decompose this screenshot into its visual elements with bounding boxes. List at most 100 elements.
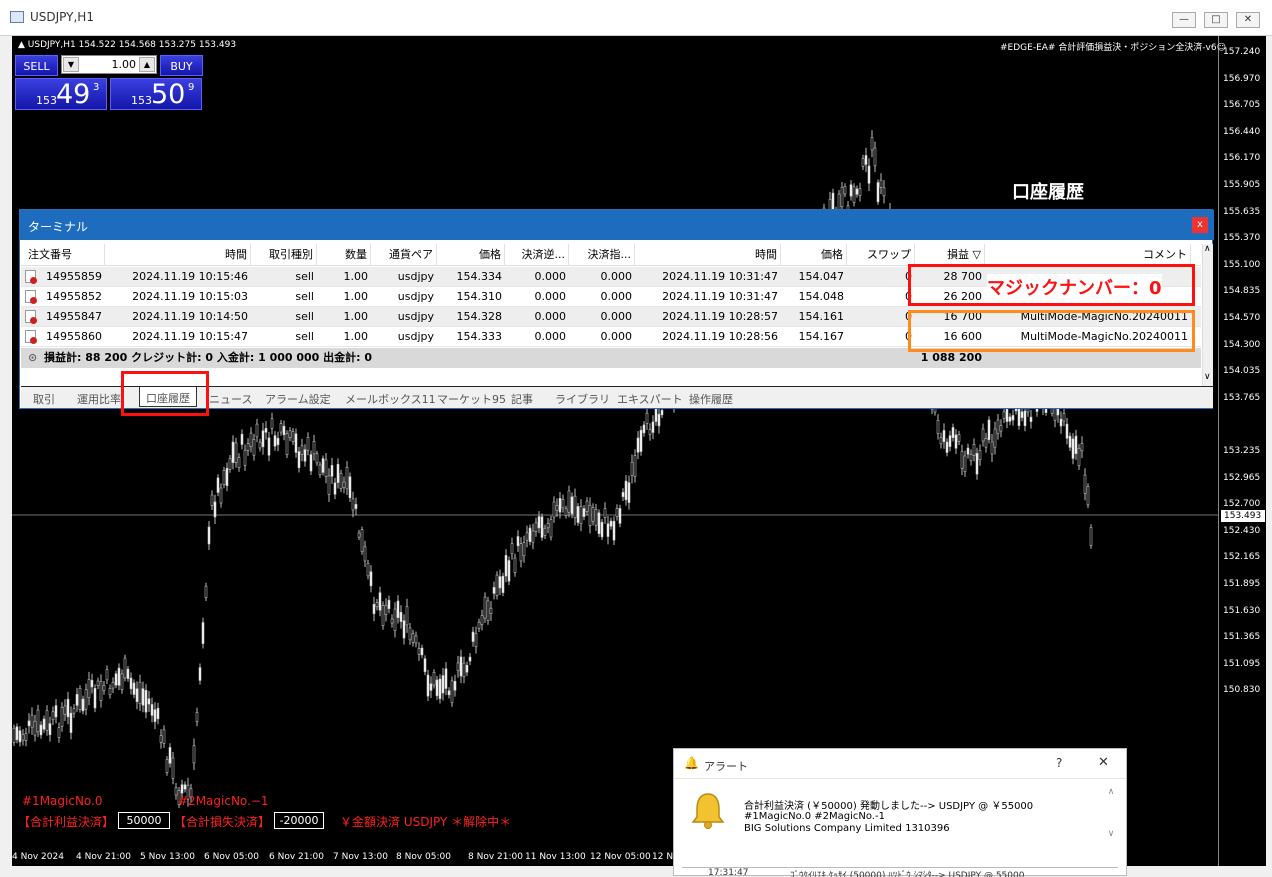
tab-label: 操作履歴: [689, 393, 733, 406]
alert-scroll-down-icon[interactable]: ∨: [1104, 829, 1118, 839]
scroll-up-icon[interactable]: ∧: [1204, 244, 1211, 254]
candle-body: [261, 430, 265, 448]
tab-label: ニュース: [209, 393, 253, 406]
column-header[interactable]: 注文番号: [25, 244, 105, 266]
close-window-button[interactable]: ✕: [1236, 12, 1260, 28]
candle-body: [432, 672, 436, 686]
table-scrollbar[interactable]: ∧ ∨: [1202, 244, 1213, 386]
candle-body: [1029, 416, 1033, 422]
candle-body: [402, 620, 406, 639]
candle-body: [534, 522, 538, 532]
candle-body: [252, 438, 256, 456]
column-header[interactable]: コメント: [985, 244, 1191, 266]
tab-label: 取引: [33, 393, 55, 406]
table-cell: 2024.11.19 10:15:46: [132, 270, 248, 283]
tab-10[interactable]: 操作履歴: [689, 391, 733, 407]
candle-body: [1089, 527, 1093, 546]
buy-quote-button[interactable]: 153 50 9: [110, 78, 202, 110]
minimize-button[interactable]: —: [1172, 12, 1196, 28]
table-cell: 154.333: [456, 330, 503, 343]
candle-body: [324, 459, 328, 477]
scroll-down-icon[interactable]: ∨: [1204, 372, 1211, 382]
candle-body: [633, 455, 637, 477]
column-header[interactable]: 時間: [635, 244, 781, 266]
tab-7[interactable]: 記事: [511, 391, 533, 407]
candle-body: [378, 592, 382, 611]
price-tick: 156.170: [1223, 153, 1261, 164]
price-chart[interactable]: [12, 36, 1218, 866]
table-cell: sell: [295, 290, 314, 303]
table-cell: 0.000: [600, 290, 633, 303]
candle-body: [597, 512, 601, 534]
time-tick: 7 Nov 13:00: [333, 852, 388, 862]
candle-body: [108, 688, 112, 696]
candle-body: [969, 453, 973, 461]
candle-body: [444, 668, 448, 689]
maximize-button[interactable]: □: [1204, 12, 1228, 28]
column-header[interactable]: 価格: [437, 244, 505, 266]
candle-body: [315, 453, 319, 464]
column-header[interactable]: 通貨ペア: [371, 244, 437, 266]
lot-size-stepper[interactable]: ▼ 1.00 ▲: [61, 55, 157, 74]
candle-body: [1053, 407, 1057, 421]
buy-button[interactable]: BUY: [160, 55, 203, 76]
candle-body: [606, 523, 610, 537]
candle-body: [567, 490, 571, 513]
table-cell: 154.161: [798, 310, 845, 323]
tab-9[interactable]: エキスパート: [617, 391, 683, 407]
lot-size-value[interactable]: 1.00: [90, 58, 137, 71]
alert-scroll-up-icon[interactable]: ∧: [1104, 787, 1118, 797]
candle-body: [87, 679, 91, 698]
alert-close-button[interactable]: ✕: [1098, 755, 1109, 770]
column-header[interactable]: 決済逆...: [505, 244, 569, 266]
candle-body: [867, 165, 871, 184]
sell-quote-button[interactable]: 153 49 3: [15, 78, 107, 110]
lot-decrease-icon[interactable]: ▼: [63, 57, 79, 72]
candle-body: [546, 523, 550, 529]
candle-body: [18, 730, 22, 743]
column-header[interactable]: スワップ: [847, 244, 915, 266]
window-titlebar: USDJPY,H1 — □ ✕: [0, 0, 1272, 36]
table-cell: 1.00: [343, 330, 369, 343]
column-header[interactable]: 価格: [781, 244, 847, 266]
profit-close-input[interactable]: 50000: [118, 812, 170, 829]
candle-body: [240, 433, 244, 445]
candle-body: [840, 186, 844, 208]
alert-scrollbar[interactable]: ∧ ∨: [1104, 787, 1118, 859]
alert-message-line2: #1MagicNo.0 #2MagicNo.-1: [744, 811, 885, 822]
loss-close-input[interactable]: -20000: [274, 812, 324, 829]
candle-body: [1068, 435, 1072, 448]
tab-1[interactable]: 運用比率: [77, 391, 121, 407]
lot-increase-icon[interactable]: ▲: [139, 57, 155, 72]
sell-button[interactable]: SELL: [15, 55, 58, 76]
tab-0[interactable]: 取引: [33, 391, 55, 407]
candle-body: [351, 498, 355, 511]
tab-3[interactable]: ニュース: [209, 391, 252, 407]
candle-body: [285, 433, 289, 456]
candle-body: [852, 186, 856, 204]
candle-body: [1023, 410, 1027, 427]
candle-body: [39, 724, 43, 736]
terminal-close-button[interactable]: x: [1192, 217, 1208, 233]
tab-5[interactable]: メールボックス11: [345, 391, 436, 407]
candle-body: [369, 571, 373, 587]
alert-help-button[interactable]: ?: [1056, 756, 1062, 770]
column-header[interactable]: 数量: [317, 244, 371, 266]
table-cell: 2024.11.19 10:31:47: [662, 290, 778, 303]
tab-6[interactable]: マーケット95: [437, 391, 506, 407]
column-header[interactable]: 決済指...: [569, 244, 635, 266]
price-tick: 151.095: [1223, 658, 1261, 669]
price-tick: 156.440: [1223, 126, 1261, 137]
column-header[interactable]: 取引種別: [253, 244, 317, 266]
column-header[interactable]: 損益 ▽: [915, 244, 985, 266]
candle-body: [576, 506, 580, 523]
column-header[interactable]: 時間: [105, 244, 251, 266]
candle-body: [138, 681, 142, 704]
tab-4[interactable]: アラーム設定: [265, 391, 331, 407]
candle-body: [1080, 443, 1084, 452]
tab-8[interactable]: ライブラリ: [555, 391, 610, 407]
candle-body: [51, 711, 55, 721]
candle-body: [870, 137, 874, 151]
candle-body: [405, 606, 409, 626]
candle-body: [651, 421, 655, 433]
